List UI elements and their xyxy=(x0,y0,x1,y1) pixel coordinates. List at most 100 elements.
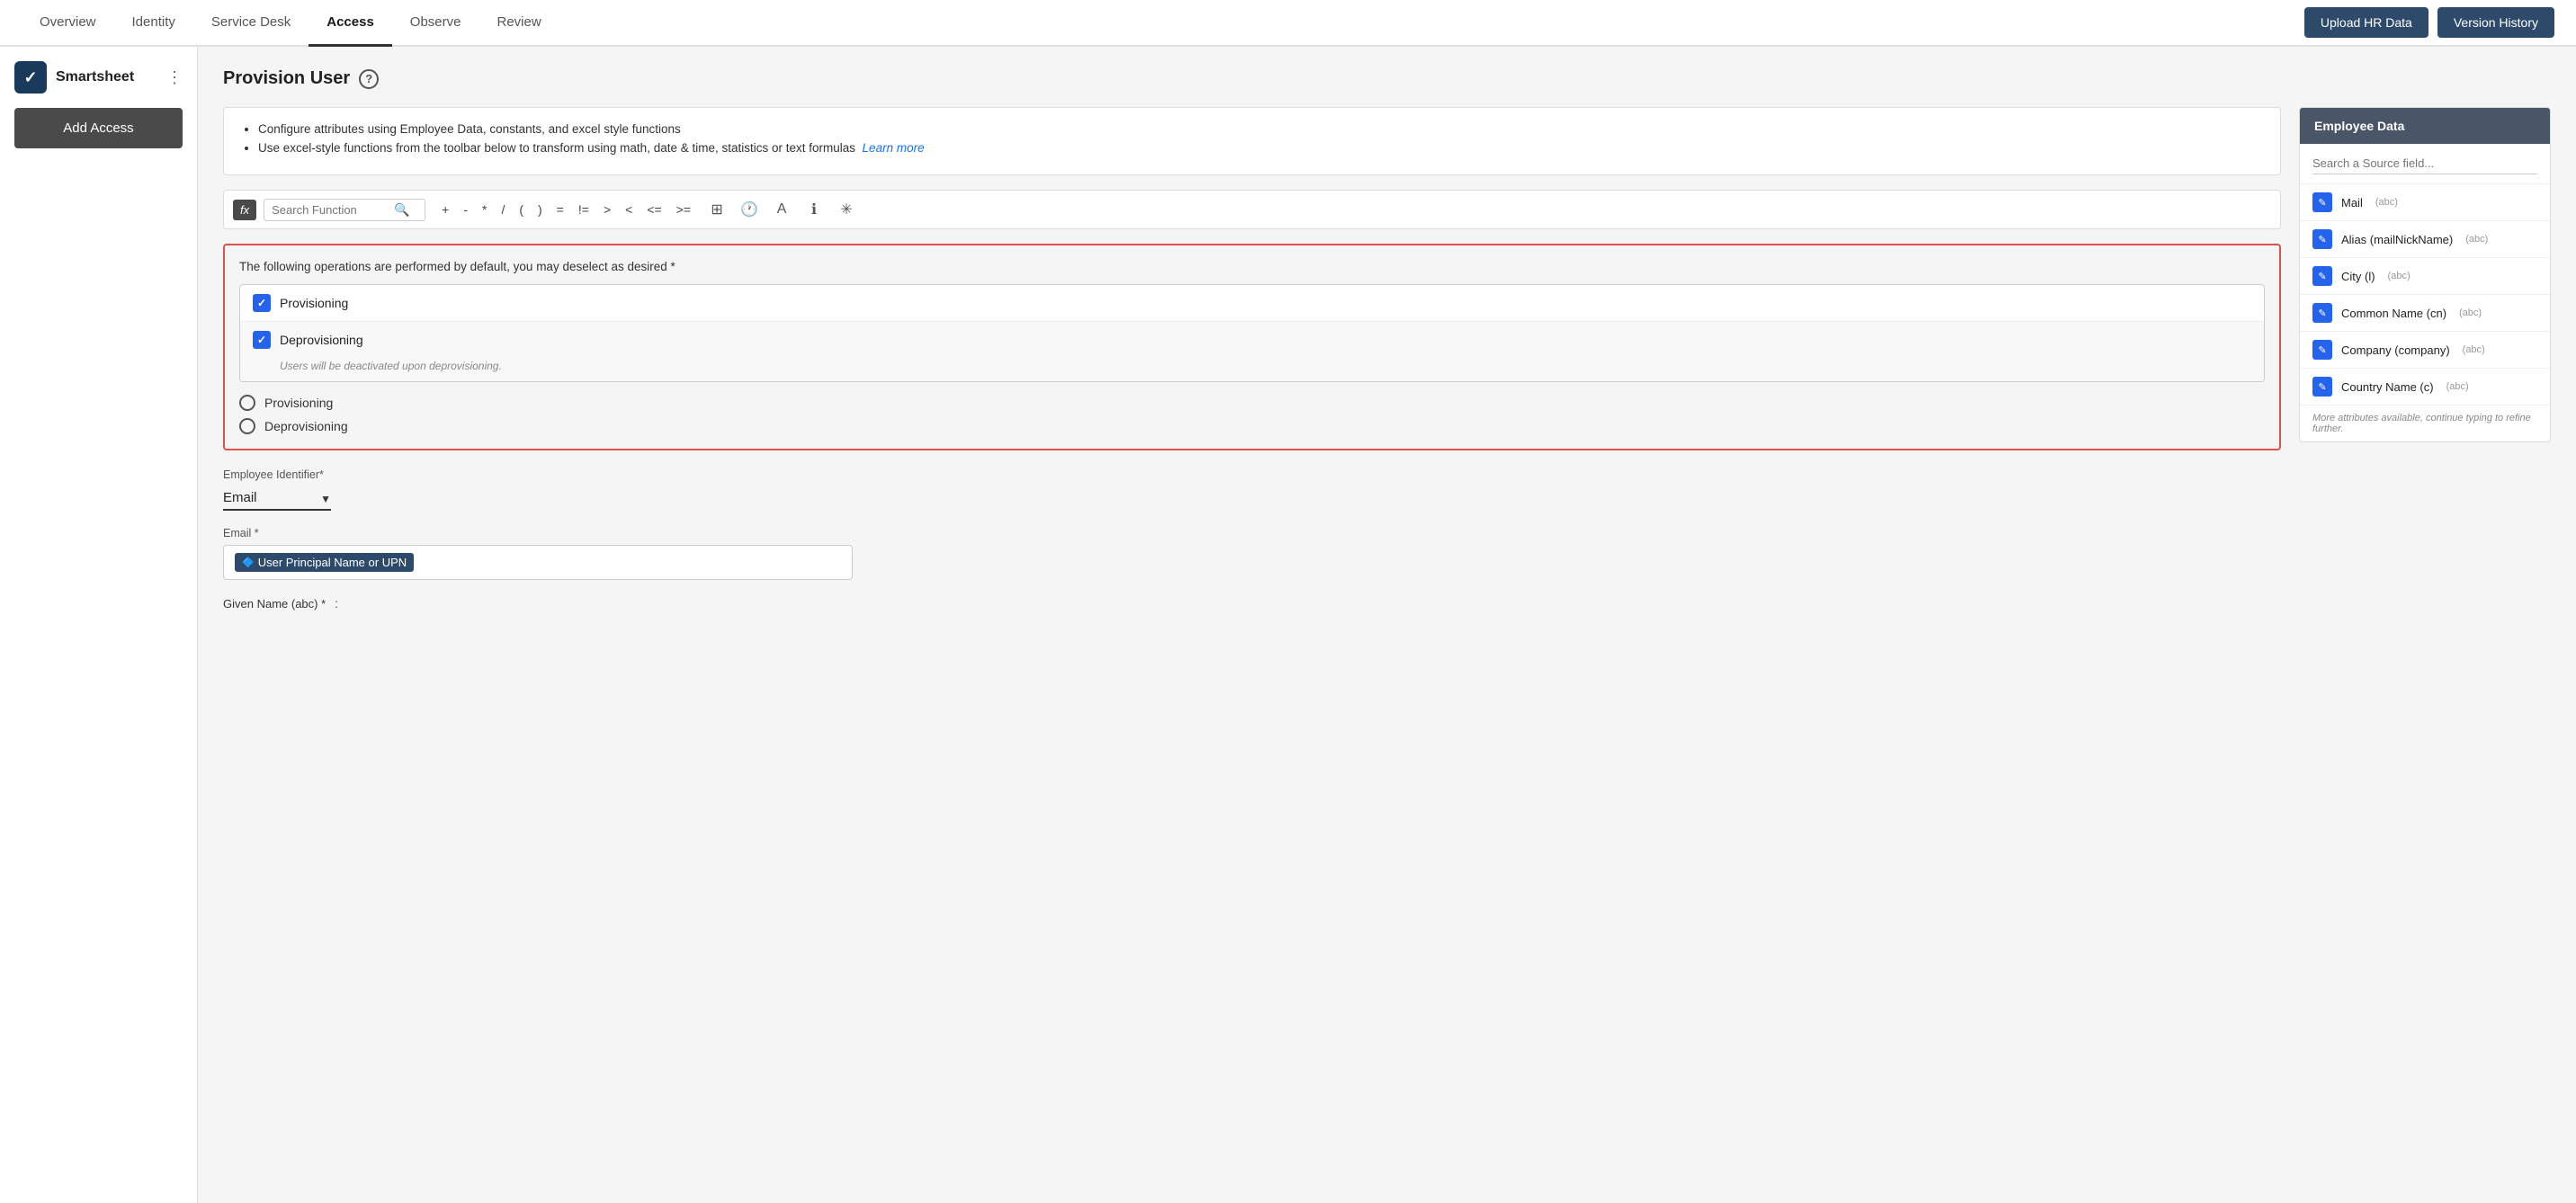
given-name-section: Given Name (abc) * : xyxy=(223,596,2281,610)
data-item-name-alias: Alias (mailNickName) xyxy=(2341,233,2453,246)
op-open-paren[interactable]: ( xyxy=(515,200,527,218)
info-bullet-1: Configure attributes using Employee Data… xyxy=(258,122,2262,136)
data-item-icon-country: ✎ xyxy=(2312,377,2332,397)
employee-identifier-select[interactable]: Email xyxy=(223,486,331,511)
operations-section: The following operations are performed b… xyxy=(223,244,2281,450)
nav-tab-review[interactable]: Review xyxy=(479,0,559,47)
formula-toolbar: fx 🔍 + - * / ( ) = != > xyxy=(223,190,2281,229)
nav-tabs: Overview Identity Service Desk Access Ob… xyxy=(22,0,559,45)
data-item-name-mail: Mail xyxy=(2341,196,2363,209)
provisioning-check-mark: ✓ xyxy=(257,297,266,309)
info-bullet-2: Use excel-style functions from the toolb… xyxy=(258,141,2262,155)
email-token: 🔷 User Principal Name or UPN xyxy=(235,553,414,572)
employee-data-list: ✎ Mail (abc) ✎ Alias (mailNickName) (abc… xyxy=(2300,184,2550,405)
op-close-paren[interactable]: ) xyxy=(534,200,546,218)
email-input-wrapper[interactable]: 🔷 User Principal Name or UPN xyxy=(223,545,853,580)
op-lte[interactable]: <= xyxy=(643,200,665,218)
radio-provisioning-inner xyxy=(244,399,251,406)
email-label: Email * xyxy=(223,527,2281,539)
employee-data-item-common-name[interactable]: ✎ Common Name (cn) (abc) xyxy=(2300,295,2550,332)
layout: ✓ Smartsheet ⋮ Add Access Provision User… xyxy=(0,47,2576,1203)
op-gte[interactable]: >= xyxy=(673,200,694,218)
nav-tab-identity[interactable]: Identity xyxy=(114,0,193,47)
data-item-type-country: (abc) xyxy=(2446,381,2469,392)
search-function-wrapper: 🔍 xyxy=(264,199,425,221)
fx-label: fx xyxy=(233,200,256,220)
radio-deprovisioning-label: Deprovisioning xyxy=(264,419,348,433)
radio-row-provisioning: Provisioning xyxy=(239,395,2265,411)
data-item-name-country: Country Name (c) xyxy=(2341,380,2434,394)
nav-tab-overview[interactable]: Overview xyxy=(22,0,114,47)
provisioning-checkbox-inner: ✓ Provisioning xyxy=(253,294,348,312)
employee-data-item-company[interactable]: ✎ Company (company) (abc) xyxy=(2300,332,2550,369)
data-item-type-mail: (abc) xyxy=(2375,197,2398,208)
add-access-button[interactable]: Add Access xyxy=(14,108,183,148)
info-box: Configure attributes using Employee Data… xyxy=(223,107,2281,175)
email-input-field[interactable] xyxy=(421,556,841,569)
data-item-type-alias: (abc) xyxy=(2465,234,2488,245)
nav-tab-service-desk[interactable]: Service Desk xyxy=(193,0,309,47)
nav-tab-access[interactable]: Access xyxy=(309,0,392,47)
sidebar-menu-icon[interactable]: ⋮ xyxy=(166,68,183,87)
toolbar-operators: + - * / ( ) = != > < <= >= xyxy=(438,200,694,218)
data-item-icon-company: ✎ xyxy=(2312,340,2332,360)
version-history-button[interactable]: Version History xyxy=(2437,7,2554,38)
operations-checkboxes: ✓ Provisioning ✓ Deprovisionin xyxy=(239,284,2265,382)
clock-icon[interactable]: 🕐 xyxy=(736,196,763,223)
employee-data-more-text: More attributes available, continue typi… xyxy=(2300,405,2550,441)
deprovisioning-checkbox[interactable]: ✓ xyxy=(253,331,271,349)
radio-deprovisioning[interactable] xyxy=(239,418,255,434)
op-plus[interactable]: + xyxy=(438,200,452,218)
nav-tab-observe[interactable]: Observe xyxy=(392,0,479,47)
data-item-type-city: (abc) xyxy=(2388,271,2411,281)
op-divide[interactable]: / xyxy=(497,200,508,218)
employee-data-item-city[interactable]: ✎ City (l) (abc) xyxy=(2300,258,2550,295)
employee-data-search-input[interactable] xyxy=(2312,153,2537,174)
email-section: Email * 🔷 User Principal Name or UPN xyxy=(223,527,2281,580)
op-multiply[interactable]: * xyxy=(479,200,490,218)
deprovisioning-checkbox-row: ✓ Deprovisioning Users will be deactivat… xyxy=(240,322,2264,381)
data-item-name-city: City (l) xyxy=(2341,270,2375,283)
settings-icon[interactable]: ✳ xyxy=(833,196,860,223)
employee-data-search xyxy=(2300,144,2550,184)
radio-provisioning-label: Provisioning xyxy=(264,396,333,410)
radio-options: Provisioning Deprovisioning xyxy=(239,395,2265,434)
data-item-icon-city: ✎ xyxy=(2312,266,2332,286)
table-icon[interactable]: ⊞ xyxy=(703,196,730,223)
employee-data-item-mail[interactable]: ✎ Mail (abc) xyxy=(2300,184,2550,221)
deprovisioning-label: Deprovisioning xyxy=(280,333,363,347)
info-icon[interactable]: ℹ xyxy=(801,196,827,223)
op-greater[interactable]: > xyxy=(600,200,614,218)
sidebar-header: ✓ Smartsheet ⋮ xyxy=(14,61,183,94)
upload-hr-data-button[interactable]: Upload HR Data xyxy=(2304,7,2428,38)
op-minus[interactable]: - xyxy=(460,200,471,218)
op-not-equals[interactable]: != xyxy=(575,200,593,218)
sidebar-brand: ✓ Smartsheet xyxy=(14,61,134,94)
data-item-icon-mail: ✎ xyxy=(2312,192,2332,212)
deprovisioning-sublabel: Users will be deactivated upon deprovisi… xyxy=(280,360,502,372)
provisioning-checkbox[interactable]: ✓ xyxy=(253,294,271,312)
nav-actions: Upload HR Data Version History xyxy=(2304,7,2554,38)
text-icon[interactable]: A xyxy=(768,196,795,223)
given-name-row: Given Name (abc) * : xyxy=(223,596,2281,610)
employee-identifier-select-wrapper: Email ▼ xyxy=(223,486,331,511)
top-nav: Overview Identity Service Desk Access Ob… xyxy=(0,0,2576,47)
search-function-input[interactable] xyxy=(272,203,389,217)
deprovisioning-checkbox-inner: ✓ Deprovisioning xyxy=(253,331,363,349)
page-title: Provision User xyxy=(223,68,350,89)
email-token-text: User Principal Name or UPN xyxy=(258,556,407,569)
help-icon[interactable]: ? xyxy=(359,69,379,89)
provisioning-checkbox-row: ✓ Provisioning xyxy=(240,285,2264,322)
employee-data-item-country[interactable]: ✎ Country Name (c) (abc) xyxy=(2300,369,2550,405)
employee-data-item-alias[interactable]: ✎ Alias (mailNickName) (abc) xyxy=(2300,221,2550,258)
learn-more-link[interactable]: Learn more xyxy=(863,141,925,155)
data-item-type-company: (abc) xyxy=(2463,344,2485,355)
radio-deprovisioning-inner xyxy=(244,423,251,430)
op-less[interactable]: < xyxy=(622,200,636,218)
radio-provisioning[interactable] xyxy=(239,395,255,411)
employee-identifier-label: Employee Identifier* xyxy=(223,468,2281,481)
op-equals[interactable]: = xyxy=(553,200,568,218)
content-area: Configure attributes using Employee Data… xyxy=(223,107,2281,627)
employee-identifier-section: Employee Identifier* Email ▼ xyxy=(223,468,2281,511)
page-title-row: Provision User ? xyxy=(223,68,2551,89)
